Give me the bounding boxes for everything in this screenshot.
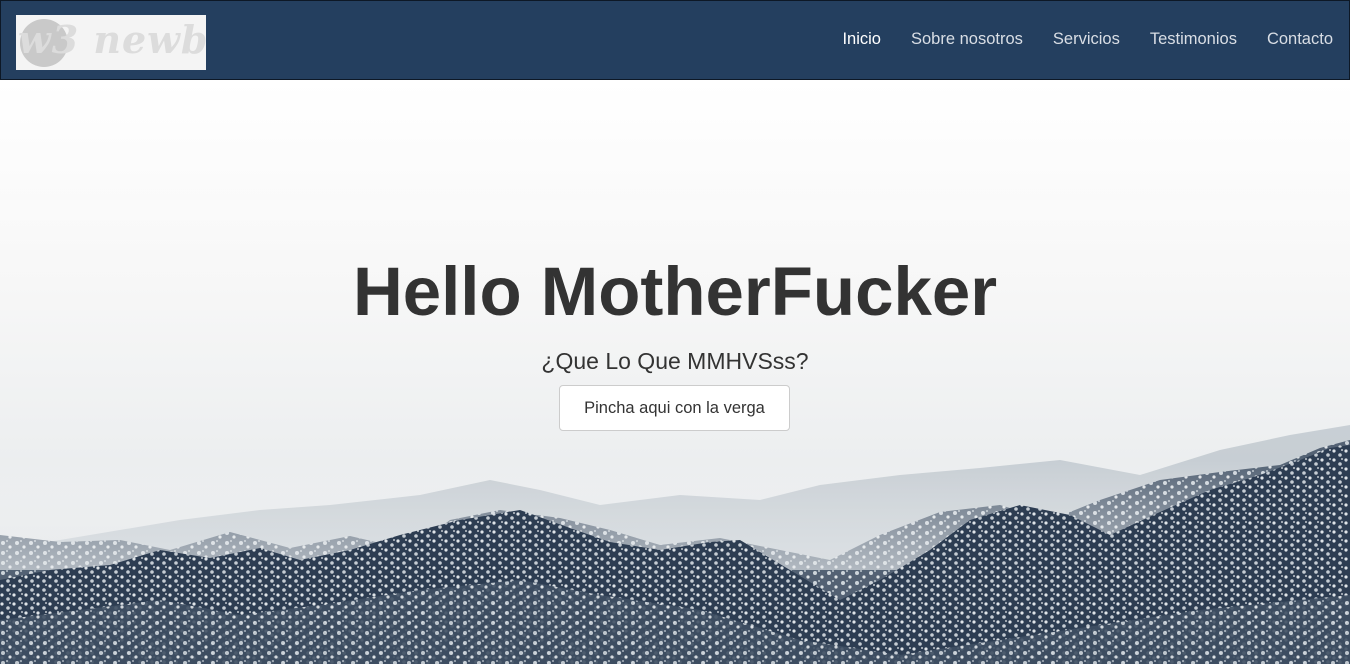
- top-navbar: w3 newbie Inicio Sobre nosotros Servicio…: [0, 0, 1350, 80]
- nav-menu: Inicio Sobre nosotros Servicios Testimon…: [812, 30, 1333, 49]
- nav-item-servicios[interactable]: Servicios: [1053, 30, 1120, 49]
- hero-cta-button[interactable]: Pincha aqui con la verga: [559, 385, 790, 431]
- nav-item-testimonios[interactable]: Testimonios: [1150, 30, 1237, 49]
- nav-item-sobre-nosotros[interactable]: Sobre nosotros: [911, 30, 1023, 49]
- nav-item-contacto[interactable]: Contacto: [1267, 30, 1333, 49]
- hero-subtitle: ¿Que Lo Que MMHVSss?: [541, 348, 809, 374]
- logo-text: w3 newbie: [18, 17, 206, 62]
- hero-section: Hello MotherFucker ¿Que Lo Que MMHVSss? …: [0, 80, 1350, 664]
- site-logo[interactable]: w3 newbie: [16, 15, 206, 70]
- hero-title: Hello MotherFucker: [352, 253, 998, 330]
- nav-item-inicio[interactable]: Inicio: [842, 30, 881, 49]
